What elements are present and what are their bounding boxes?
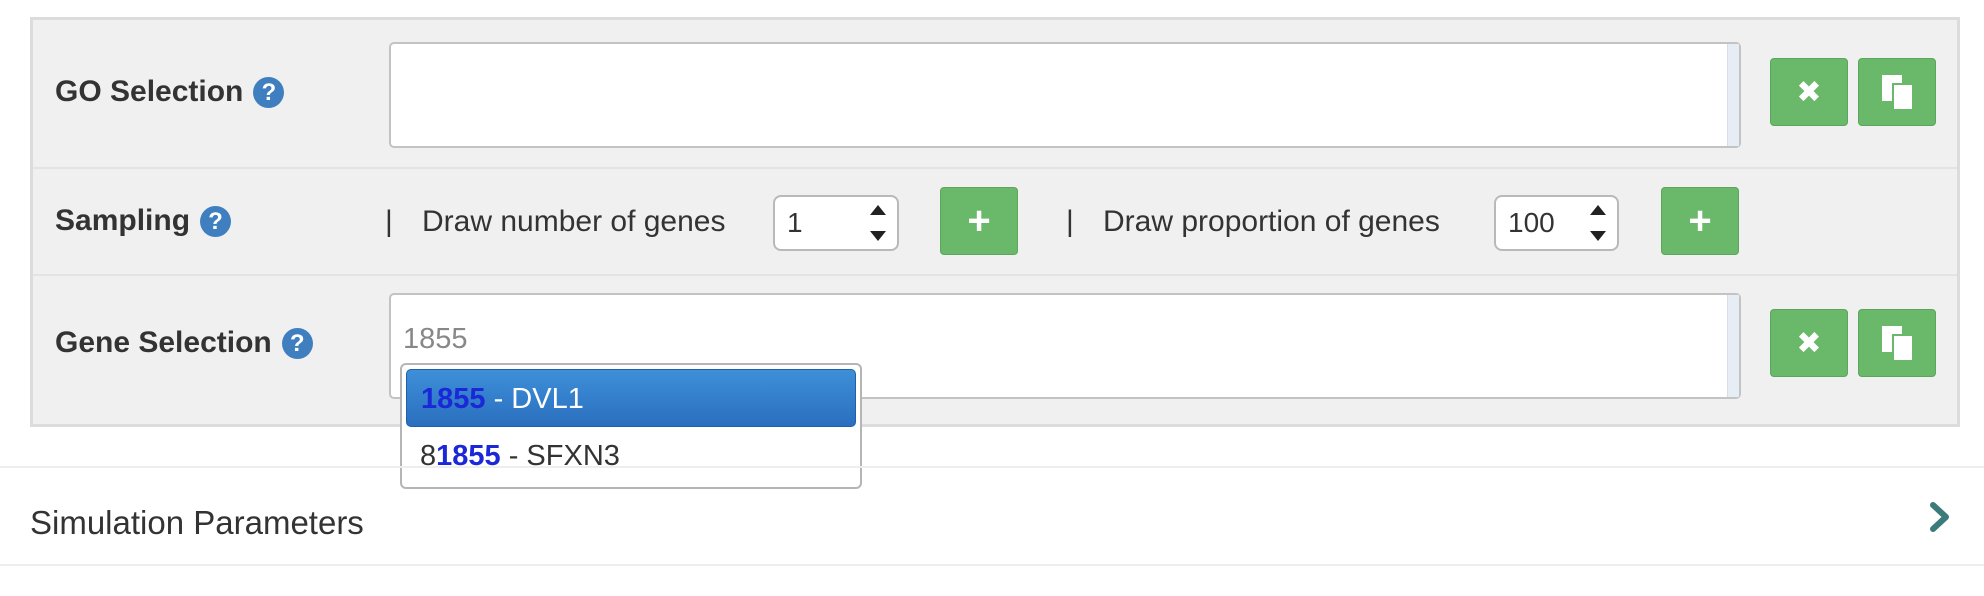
increment-icon[interactable] [870,205,886,215]
separator: | [385,205,393,238]
decrement-icon[interactable] [870,231,886,241]
sampling-label: Sampling ? [55,204,232,238]
draw-proportion-value: 100 [1508,207,1555,238]
go-selection-scrollbar[interactable] [1727,44,1739,146]
help-icon[interactable]: ? [281,327,313,359]
selection-panel: GO Selection ? ✖ Sampling ? | Draw numbe… [30,17,1960,427]
draw-number-value: 1 [787,207,803,238]
draw-proportion-stepper[interactable]: 100 [1494,195,1619,251]
stepper-arrows[interactable] [1589,201,1607,245]
increment-icon[interactable] [1590,205,1606,215]
gene-selection-scrollbar[interactable] [1727,295,1739,397]
gene-selection-label-text: Gene Selection [55,326,272,359]
go-selection-row: GO Selection ? ✖ [33,20,1957,169]
simulation-parameters-header[interactable]: Simulation Parameters [0,466,1984,566]
close-icon: ✖ [1796,326,1822,360]
decrement-icon[interactable] [1590,231,1606,241]
autocomplete-item-dvl1[interactable]: 1855 - DVL1 [406,369,856,427]
add-number-button[interactable]: + [940,187,1018,255]
draw-number-stepper[interactable]: 1 [773,195,899,251]
chevron-right-icon[interactable] [1924,502,1954,532]
add-proportion-button[interactable]: + [1661,187,1739,255]
draw-number-label: Draw number of genes [422,205,726,238]
gene-selection-input-value: 1855 [403,323,468,355]
sampling-label-text: Sampling [55,204,191,237]
go-selection-copy-button[interactable] [1858,58,1936,126]
gene-selection-label: Gene Selection ? [55,326,313,360]
separator: | [1066,205,1074,238]
copy-icon [1882,326,1912,360]
go-selection-label-text: GO Selection [55,75,244,108]
help-icon[interactable]: ? [200,205,232,237]
close-icon: ✖ [1796,75,1822,109]
stepper-arrows[interactable] [869,201,887,245]
copy-icon [1882,75,1912,109]
sampling-row: Sampling ? | Draw number of genes 1 + | … [33,169,1957,276]
plus-icon: + [1688,198,1712,243]
go-selection-clear-button[interactable]: ✖ [1770,58,1848,126]
simulation-parameters-title: Simulation Parameters [30,504,364,541]
gene-selection-copy-button[interactable] [1858,309,1936,377]
suggestion-suffix: - DVL1 [485,383,584,415]
gene-selection-clear-button[interactable]: ✖ [1770,309,1848,377]
go-selection-input[interactable] [389,42,1741,148]
draw-proportion-label: Draw proportion of genes [1103,205,1440,238]
suggestion-match: 1855 [421,383,486,415]
help-icon[interactable]: ? [253,76,285,108]
go-selection-label: GO Selection ? [55,75,285,109]
gene-selection-row: Gene Selection ? 1855 ✖ [33,276,1957,424]
plus-icon: + [967,198,991,243]
